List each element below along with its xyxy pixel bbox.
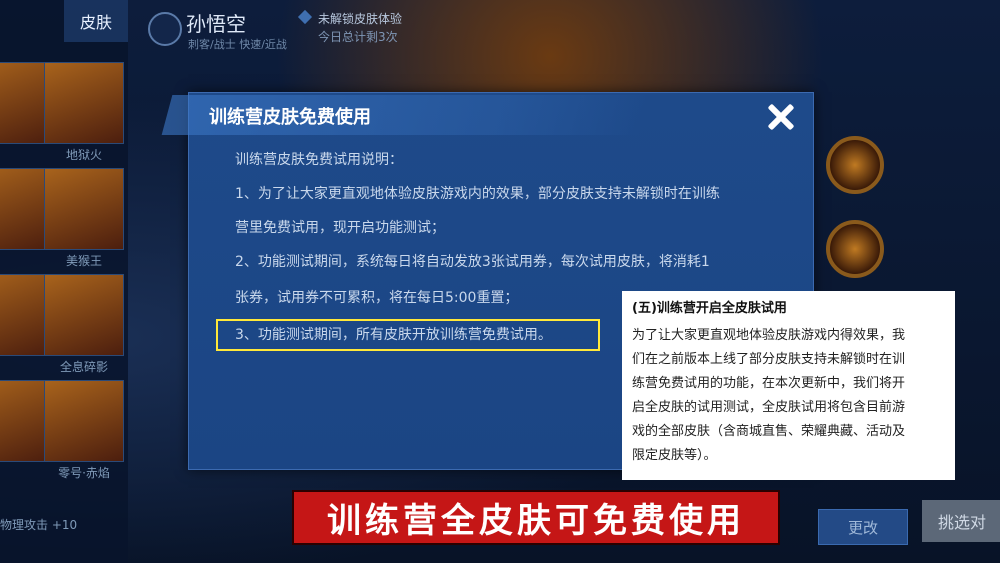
skill-ring-icon[interactable] (826, 136, 884, 194)
skin-card[interactable] (0, 62, 50, 144)
hero-class-icon (148, 12, 182, 46)
note-line: 们在之前版本上线了部分皮肤支持未解锁时在训 (632, 352, 906, 367)
close-icon[interactable] (763, 99, 799, 135)
dialog-text-line: 张券，试用券不可累积，将在每日5:00重置； (235, 290, 519, 306)
patch-note-card: (五)训练营开启全皮肤试用 为了让大家更直观地体验皮肤游戏内得效果，我 们在之前… (622, 291, 955, 480)
remaining-trials: 今日总计剩3次 (318, 30, 398, 44)
dialog-text-line: 营里免费试用，现开启功能测试； (235, 220, 445, 236)
change-button[interactable]: 更改 (818, 509, 908, 545)
tab-first[interactable] (0, 0, 64, 42)
hero-tags: 刺客/战士 快速/近战 (188, 38, 287, 51)
note-line: 为了让大家更直观地体验皮肤游戏内得效果，我 (632, 328, 906, 343)
skin-card[interactable]: 地狱火 (44, 62, 124, 162)
skin-name: 全息碎影 (59, 360, 108, 374)
skin-card[interactable]: 全息碎影 (44, 274, 124, 374)
note-body: 为了让大家更直观地体验皮肤游戏内得效果，我 们在之前版本上线了部分皮肤支持未解锁… (632, 324, 945, 468)
skin-sidebar: 皮肤 地狱火 美猴王 全息碎影 零号·赤焰 物理攻击 +10 (0, 0, 128, 563)
caption-banner: 训练营全皮肤可免费使用 (292, 490, 780, 545)
dialog-text-line: 2、功能测试期间，系统每日将自动发放3张试用券，每次试用皮肤，将消耗1 (235, 254, 710, 270)
dialog-title: 训练营皮肤免费使用 (209, 107, 371, 128)
skin-card[interactable] (0, 380, 50, 462)
skin-name: 零号·赤焰 (58, 466, 110, 480)
note-line: 限定皮肤等）。 (632, 448, 717, 463)
dialog-text-line: 训练营皮肤免费试用说明： (235, 152, 403, 168)
tab-skins[interactable]: 皮肤 (64, 0, 128, 42)
pick-button[interactable]: 挑选对 (922, 500, 1000, 542)
skin-card[interactable]: 零号·赤焰 (44, 380, 124, 480)
note-line: 练营免费试用的功能，在本次更新中，我们将开 (632, 376, 906, 391)
skin-name: 地狱火 (65, 148, 102, 162)
dialog-text-line: 3、功能测试期间，所有皮肤开放训练营免费试用。 (235, 327, 552, 343)
skin-trial-info: 未解锁皮肤体验 今日总计剩3次 (297, 9, 403, 46)
skin-card[interactable] (0, 168, 50, 250)
skill-ring-icon[interactable] (826, 220, 884, 278)
note-title: (五)训练营开启全皮肤试用 (632, 301, 787, 316)
skin-card[interactable]: 美猴王 (44, 168, 124, 268)
note-line: 启全皮肤的试用测试，全皮肤试用将包含目前游 (632, 400, 906, 415)
dialog-text-line: 1、为了让大家更直观地体验皮肤游戏内的效果，部分皮肤支持未解锁时在训练 (235, 186, 720, 202)
skin-card[interactable] (0, 274, 50, 356)
attribute-bonus-text: 物理攻击 +10 (0, 518, 78, 532)
sidebar-tabs: 皮肤 (0, 0, 128, 42)
hero-name: 孙悟空 (186, 12, 246, 36)
skin-name: 美猴王 (65, 254, 102, 268)
note-line: 戏的全部皮肤（含商城直售、荣耀典藏、活动及 (632, 424, 906, 439)
skin-status: 未解锁皮肤体验 (318, 12, 403, 26)
